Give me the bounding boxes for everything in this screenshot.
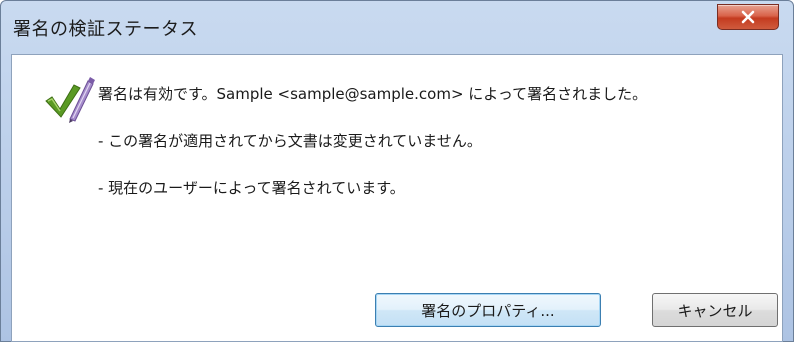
close-icon bbox=[741, 10, 755, 24]
title-bar[interactable]: 署名の検証ステータス bbox=[1, 1, 793, 53]
signature-valid-message: 署名は有効です。Sample <sample@sample.com> によって署… bbox=[98, 85, 648, 103]
close-button[interactable] bbox=[717, 4, 779, 30]
signature-status-dialog: 署名の検証ステータス 署名は有効です。Sample <sample@sample… bbox=[0, 0, 794, 342]
document-unchanged-message: - この署名が適用されてから文書は変更されていません。 bbox=[98, 132, 482, 150]
signature-properties-button[interactable]: 署名のプロパティ... bbox=[375, 293, 601, 327]
signed-by-current-user-message: - 現在のユーザーによって署名されています。 bbox=[98, 179, 405, 197]
cancel-button[interactable]: キャンセル bbox=[652, 293, 778, 327]
dialog-content: 署名は有効です。Sample <sample@sample.com> によって署… bbox=[11, 54, 783, 342]
window-title: 署名の検証ステータス bbox=[13, 19, 198, 40]
signature-valid-check-icon bbox=[45, 77, 95, 123]
